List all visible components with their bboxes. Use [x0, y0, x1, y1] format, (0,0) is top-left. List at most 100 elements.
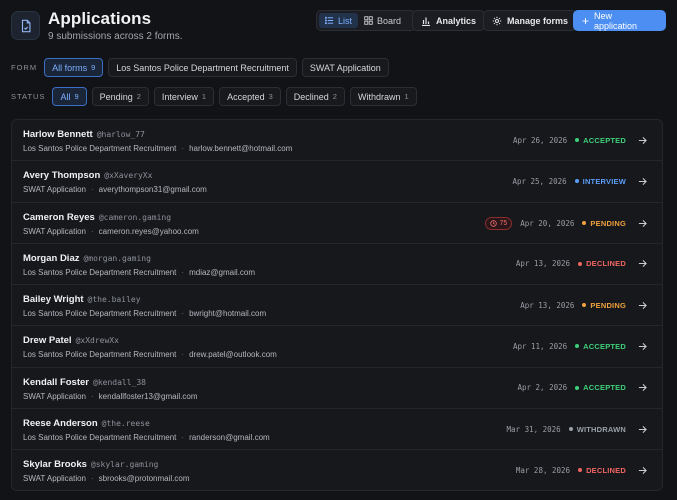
applicant-name-text: Harlow Bennett — [23, 129, 93, 140]
applicant-email: cameron.reyes@yahoo.com — [98, 226, 199, 236]
applicant-name-text: Drew Patel — [23, 335, 72, 347]
application-date: Apr 20, 2026 — [520, 218, 575, 228]
status-chip-withdrawn[interactable]: Withdrawn 1 — [349, 87, 417, 106]
application-meta: Los Santos Police Department Recruitment… — [23, 350, 277, 359]
application-row[interactable]: Cameron Reyes @cameron.gaming SWAT Applic… — [12, 203, 662, 244]
manage-forms-button[interactable]: Manage forms — [483, 10, 578, 31]
arrow-right-icon[interactable] — [636, 382, 648, 394]
row-status-area: Apr 25, 2026 INTERVIEW — [512, 175, 648, 187]
applicant-name: Avery Thompson @xXaveryXx — [23, 170, 152, 181]
status-badge: DECLINED — [578, 466, 626, 475]
form-chip-all[interactable]: All forms 9 — [44, 58, 104, 77]
application-meta: Los Santos Police Department Recruitment… — [23, 268, 255, 277]
applicant-name: Reese Anderson @the.reese — [23, 418, 150, 429]
status-chip-all[interactable]: All 9 — [52, 87, 87, 106]
list-view-button[interactable]: List — [319, 13, 359, 28]
row-status-area: Mar 31, 2026 WITHDRAWN — [507, 423, 648, 435]
plus-icon: + — [582, 13, 590, 28]
application-row[interactable]: Avery Thompson @xXaveryXx SWAT Applicatio… — [12, 161, 662, 203]
application-row[interactable]: Skylar Brooks @skylar.gaming SWAT Applica… — [12, 450, 662, 490]
application-date: Mar 28, 2026 — [515, 465, 571, 475]
analytics-button[interactable]: Analytics — [412, 10, 486, 31]
application-row[interactable]: Morgan Diaz @morgan.gaming Los Santos Pol… — [12, 244, 662, 286]
arrow-right-icon[interactable] — [636, 340, 648, 352]
application-row[interactable]: Kendall Foster @kendall_38 SWAT Applicati… — [12, 368, 662, 410]
applicant-email: mdiaz@gmail.com — [189, 267, 255, 277]
chip-count: 9 — [91, 63, 96, 72]
applicant-email: harlow.bennett@hotmail.com — [189, 144, 293, 153]
applicant-name: Skylar Brooks @skylar.gaming — [23, 459, 158, 470]
view-toggle: List Board — [316, 10, 416, 31]
form-name: SWAT Application — [23, 391, 86, 401]
status-badge: PENDING — [582, 301, 626, 310]
application-row[interactable]: Reese Anderson @the.reese Los Santos Poli… — [12, 409, 662, 451]
status-text: PENDING — [590, 300, 626, 310]
applicant-handle: @the.bailey — [87, 295, 141, 305]
arrow-right-icon[interactable] — [636, 423, 648, 435]
status-text: INTERVIEW — [582, 176, 626, 186]
form-chip-swat[interactable]: SWAT Application — [301, 58, 389, 77]
applicant-name: Cameron Reyes @cameron.gaming — [23, 212, 171, 223]
arrow-right-icon[interactable] — [636, 134, 648, 146]
status-chip-interview[interactable]: Interview 1 — [153, 87, 215, 106]
applicant-email: kendallfoster13@gmail.com — [98, 391, 198, 401]
separator-dot: · — [181, 309, 185, 319]
list-icon — [325, 16, 334, 25]
status-dot — [574, 179, 579, 184]
chip-label: Declined — [293, 91, 329, 102]
row-status-area: Mar 28, 2026 DECLINED — [516, 464, 648, 476]
new-application-button[interactable]: + New application — [573, 10, 666, 31]
arrow-right-icon[interactable] — [636, 258, 648, 270]
separator-dot: · — [181, 267, 185, 277]
page-title: Applications — [48, 9, 152, 28]
application-meta: SWAT Application · sbrooks@protonmail.com — [23, 474, 190, 483]
arrow-right-icon[interactable] — [636, 175, 648, 187]
arrow-right-icon[interactable] — [636, 299, 648, 311]
applicant-name-text: Avery Thompson — [23, 170, 101, 182]
status-filter-label: STATUS — [11, 92, 46, 101]
status-dot — [575, 385, 580, 390]
applicant-handle: @the.reese — [101, 419, 150, 429]
applicant-name: Morgan Diaz @morgan.gaming — [23, 253, 151, 264]
flag-value: 75 — [499, 219, 508, 227]
chip-count: 2 — [136, 92, 141, 101]
application-row[interactable]: Drew Patel @xXdrewXx Los Santos Police De… — [12, 326, 662, 368]
board-view-label: Board — [377, 15, 402, 26]
status-chip-accepted[interactable]: Accepted 3 — [219, 87, 281, 106]
flag-badge: 75 — [485, 216, 513, 230]
status-dot — [578, 261, 583, 266]
grid-icon — [364, 16, 373, 25]
arrow-right-icon[interactable] — [636, 464, 648, 476]
page-subtitle: 9 submissions across 2 forms. — [48, 31, 183, 42]
applicant-handle: @cameron.gaming — [98, 212, 172, 222]
form-name: SWAT Application — [23, 474, 86, 484]
chip-label: SWAT Application — [309, 62, 381, 73]
status-chip-declined[interactable]: Declined 2 — [285, 87, 345, 106]
application-date: Apr 26, 2026 — [512, 135, 568, 145]
chip-count: 3 — [268, 92, 273, 101]
form-name: Los Santos Police Department Recruitment — [23, 309, 177, 319]
form-name: Los Santos Police Department Recruitment — [23, 267, 177, 277]
chip-label: All — [60, 91, 71, 102]
status-badge: ACCEPTED — [575, 383, 626, 392]
chip-label: Interview — [161, 91, 198, 102]
application-meta: Los Santos Police Department Recruitment… — [23, 433, 270, 442]
applicant-handle: @harlow_77 — [96, 130, 145, 139]
applications-list: Harlow Bennett @harlow_77 Los Santos Poli… — [11, 119, 663, 491]
form-chip-lspd[interactable]: Los Santos Police Department Recruitment — [108, 58, 297, 77]
board-view-button[interactable]: Board — [358, 13, 407, 28]
form-filter-label: FORM — [11, 63, 38, 72]
status-chip-pending[interactable]: Pending 2 — [91, 87, 149, 106]
application-row[interactable]: Bailey Wright @the.bailey Los Santos Poli… — [12, 285, 662, 327]
status-text: ACCEPTED — [583, 383, 626, 393]
application-row[interactable]: Harlow Bennett @harlow_77 Los Santos Poli… — [12, 120, 662, 162]
applicant-email: randerson@gmail.com — [189, 433, 270, 443]
row-status-area: Apr 13, 2026 PENDING — [520, 299, 648, 311]
chip-count: 9 — [74, 92, 79, 101]
separator-dot: · — [181, 433, 185, 443]
applicant-email: drew.patel@outlook.com — [189, 350, 277, 360]
analytics-label: Analytics — [436, 15, 477, 26]
applicant-handle: @xXdrewXx — [75, 336, 119, 346]
status-dot — [568, 427, 573, 432]
arrow-right-icon[interactable] — [636, 217, 648, 229]
